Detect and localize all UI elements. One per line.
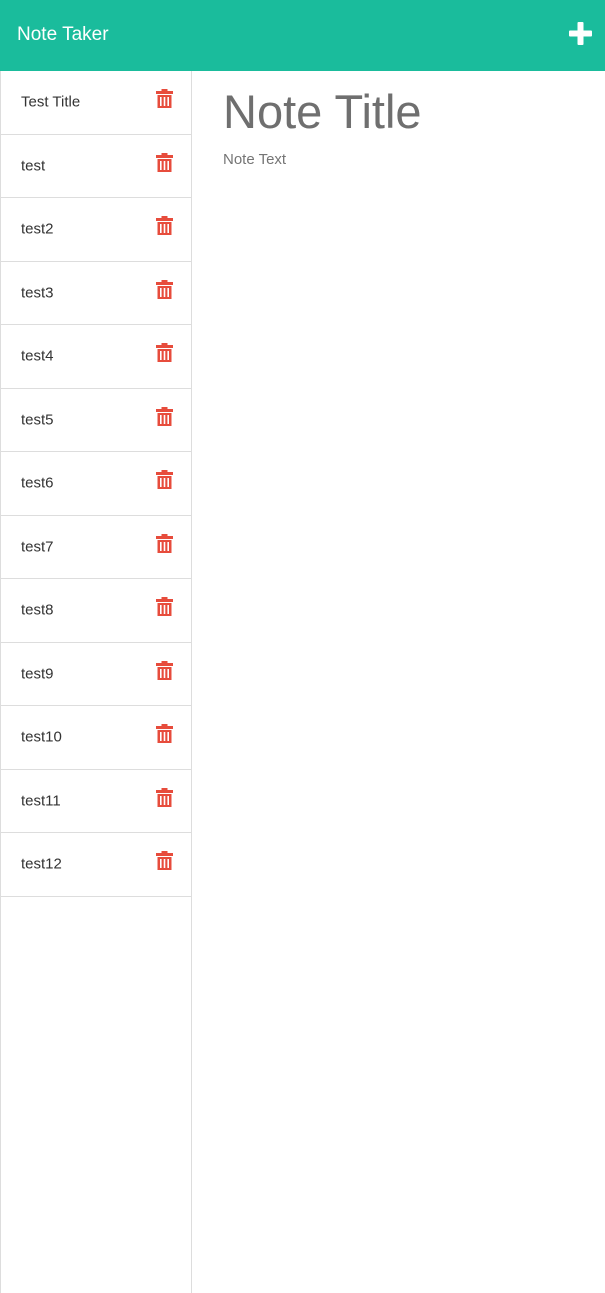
list-item[interactable]: test3 [1,262,191,325]
note-title: Test Title [21,93,81,111]
list-item[interactable]: test [1,135,191,198]
trash-icon[interactable] [156,724,173,743]
trash-icon[interactable] [156,597,173,616]
note-title: test9 [21,665,54,683]
trash-icon[interactable] [156,89,173,108]
trash-icon[interactable] [156,533,173,553]
list-item[interactable]: test12 [1,833,191,897]
note-title: test [21,157,46,175]
trash-icon[interactable] [156,787,173,807]
note-title-input[interactable] [223,81,593,141]
note-title: test2 [21,220,54,238]
note-title: test10 [21,728,62,746]
note-text-area[interactable] [223,151,593,551]
list-item[interactable]: test11 [1,770,191,833]
trash-icon[interactable] [156,216,173,235]
trash-icon[interactable] [156,343,173,362]
plus-icon[interactable] [569,22,592,45]
trash-icon[interactable] [156,279,173,299]
list-item[interactable]: test2 [1,198,191,262]
trash-icon[interactable] [156,470,173,489]
list-item[interactable]: test5 [1,389,191,452]
note-title: test12 [21,855,62,873]
note-list-sidebar: Test Title test test2 test3 test4 test5 … [0,71,192,1293]
note-title: test3 [21,284,54,302]
list-item[interactable]: test9 [1,643,191,706]
note-title: test4 [21,347,54,365]
note-title: test6 [21,474,54,492]
note-title: test11 [21,792,61,810]
trash-icon[interactable] [156,406,173,426]
list-item[interactable]: test10 [1,706,191,770]
note-title: test5 [21,411,54,429]
list-item[interactable]: test4 [1,325,191,389]
trash-icon[interactable] [156,851,173,870]
note-list: Test Title test test2 test3 test4 test5 … [1,71,191,897]
trash-icon[interactable] [156,660,173,680]
navbar: Note Taker [0,0,605,71]
brand-link[interactable]: Note Taker [17,23,109,47]
note-title: test8 [21,601,54,619]
note-title: test7 [21,538,54,556]
list-item[interactable]: test7 [1,516,191,579]
trash-icon[interactable] [156,152,173,172]
list-item[interactable]: test6 [1,452,191,516]
list-item[interactable]: test8 [1,579,191,643]
list-item[interactable]: Test Title [1,71,191,135]
note-editor [192,71,605,1293]
